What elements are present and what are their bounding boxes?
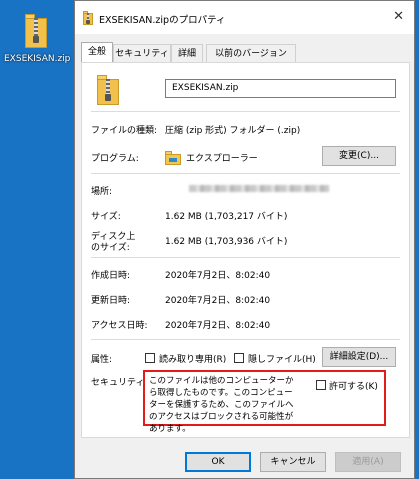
security-warning-box: このファイルは他のコンピューターから取得したものです。このコンピューターを保護す…: [143, 370, 386, 434]
file-name-field[interactable]: EXSEKISAN.zip: [165, 79, 396, 98]
tab-general[interactable]: 全般: [81, 42, 113, 62]
program-label: プログラム:: [91, 154, 139, 164]
program-value: エクスプローラー: [186, 154, 258, 164]
tab-details[interactable]: 詳細: [171, 44, 203, 62]
security-label: セキュリティ:: [91, 378, 148, 388]
location-label: 場所:: [91, 187, 113, 197]
allow-checkbox[interactable]: [316, 380, 326, 390]
apply-button[interactable]: 適用(A): [335, 452, 401, 472]
disk-size-value: 1.62 MB (1,703,936 バイト): [165, 237, 288, 247]
disk-size-label-2: のサイズ:: [91, 243, 130, 253]
accessed-value: 2020年7月2日、8:02:40: [165, 321, 271, 331]
accessed-label: アクセス日時:: [91, 321, 148, 331]
zip-folder-icon: [97, 75, 119, 105]
hidden-label[interactable]: 隠しファイル(H): [248, 352, 316, 365]
window-title: EXSEKISAN.zipのプロパティ: [99, 15, 226, 26]
readonly-checkbox[interactable]: [145, 353, 155, 363]
created-label: 作成日時:: [91, 271, 131, 281]
modified-label: 更新日時:: [91, 296, 131, 306]
security-warning-text: このファイルは他のコンピューターから取得したものです。このコンピューターを保護す…: [149, 376, 294, 434]
tab-security[interactable]: セキュリティ: [113, 44, 171, 62]
type-value: 圧縮 (zip 形式) フォルダー (.zip): [165, 126, 301, 136]
change-button[interactable]: 変更(C)...: [322, 146, 396, 166]
divider: [91, 173, 400, 174]
created-value: 2020年7月2日、8:02:40: [165, 271, 271, 281]
hidden-checkbox[interactable]: [234, 353, 244, 363]
desktop-icon-label: EXSEKISAN.zip: [4, 54, 71, 64]
attributes-label: 属性:: [91, 355, 113, 365]
allow-label[interactable]: 許可する(K): [329, 379, 378, 392]
readonly-label[interactable]: 読み取り専用(R): [159, 352, 226, 365]
type-label: ファイルの種類:: [91, 126, 158, 136]
modified-value: 2020年7月2日、8:02:40: [165, 296, 271, 306]
divider: [91, 257, 400, 258]
size-value: 1.62 MB (1,703,217 バイト): [165, 212, 288, 222]
size-label: サイズ:: [91, 212, 121, 222]
divider: [91, 111, 400, 112]
explorer-icon: [165, 151, 181, 165]
title-bar[interactable]: EXSEKISAN.zipのプロパティ ✕: [75, 1, 414, 34]
general-panel: EXSEKISAN.zip ファイルの種類: 圧縮 (zip 形式) フォルダー…: [81, 62, 410, 438]
properties-dialog: EXSEKISAN.zipのプロパティ ✕ 全般 セキュリティ 詳細 以前のバー…: [74, 0, 415, 479]
location-value-redacted: [189, 185, 329, 192]
zip-folder-icon: [83, 11, 93, 25]
close-icon[interactable]: ✕: [393, 9, 404, 24]
desktop-zip-file[interactable]: EXSEKISAN.zip: [4, 14, 71, 64]
tab-previous-versions[interactable]: 以前のバージョン: [206, 44, 296, 62]
ok-button[interactable]: OK: [185, 452, 251, 472]
advanced-button[interactable]: 詳細設定(D)...: [322, 347, 396, 367]
divider: [91, 339, 400, 340]
zip-folder-icon: [25, 14, 47, 48]
cancel-button[interactable]: キャンセル: [260, 452, 326, 472]
